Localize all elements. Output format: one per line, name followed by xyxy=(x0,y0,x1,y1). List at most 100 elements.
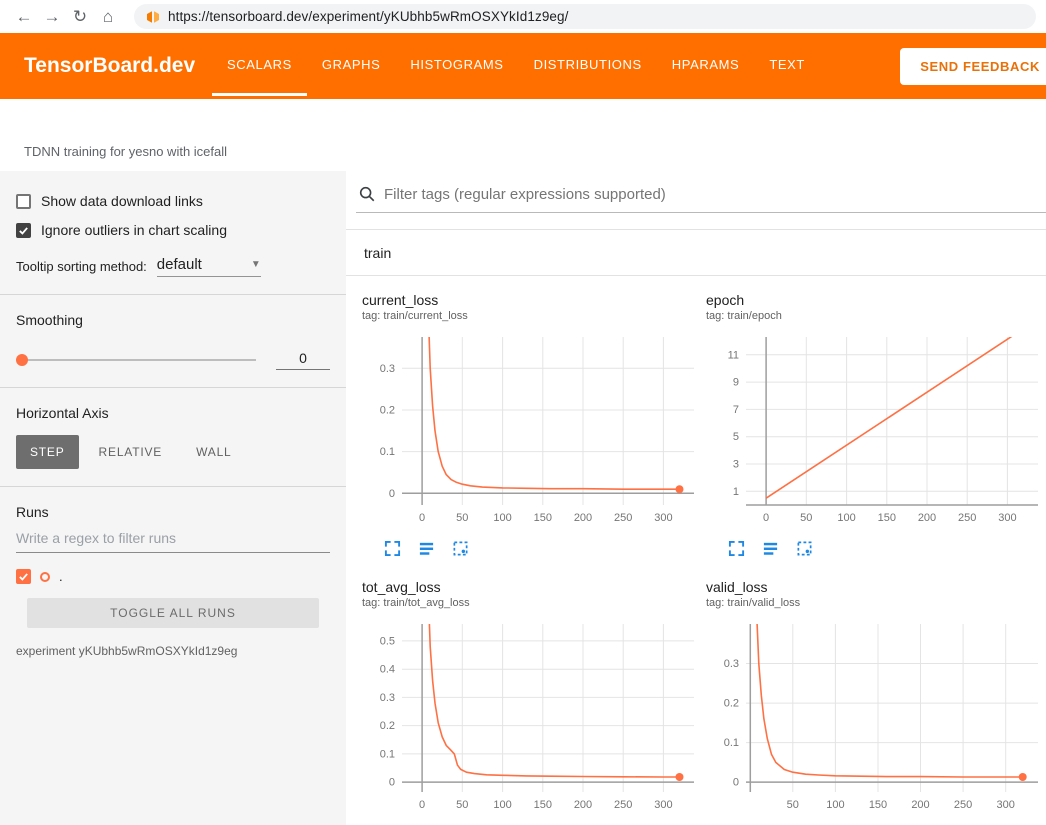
axis-relative-button[interactable]: RELATIVE xyxy=(85,435,177,469)
svg-text:0.2: 0.2 xyxy=(380,720,395,732)
fit-domain-icon[interactable] xyxy=(796,540,813,557)
svg-text:0: 0 xyxy=(389,488,395,500)
svg-text:50: 50 xyxy=(800,512,812,524)
chart-title: tot_avg_loss xyxy=(362,579,700,595)
svg-text:7: 7 xyxy=(733,404,739,416)
divider xyxy=(0,294,346,295)
smoothing-slider-thumb[interactable] xyxy=(16,354,28,366)
reload-icon[interactable]: ↻ xyxy=(66,7,94,27)
chart-plot[interactable]: 5010015020025030000.10.20.3 xyxy=(706,616,1044,821)
show-download-links-label: Show data download links xyxy=(41,193,203,209)
experiment-title: TDNN training for yesno with icefall xyxy=(24,144,227,159)
chart-tag: tag: train/epoch xyxy=(706,310,1044,322)
svg-text:0: 0 xyxy=(419,799,425,811)
train-section-header[interactable]: train xyxy=(346,230,1046,276)
browser-chrome: ← → ↻ ⌂ https://tensorboard.dev/experime… xyxy=(0,0,1046,33)
tab-text[interactable]: TEXT xyxy=(754,33,820,96)
search-icon xyxy=(358,185,376,203)
charts-grid: current_loss tag: train/current_loss 050… xyxy=(346,276,1046,825)
settings-sidebar: Show data download links Ignore outliers… xyxy=(0,171,346,825)
chart-title: current_loss xyxy=(362,292,700,308)
smoothing-label: Smoothing xyxy=(16,312,330,328)
run-row: . xyxy=(16,569,330,584)
toggle-all-runs-button[interactable]: TOGGLE ALL RUNS xyxy=(27,598,319,628)
chart-title: epoch xyxy=(706,292,1044,308)
main-content: train current_loss tag: train/current_lo… xyxy=(346,171,1046,825)
svg-text:0: 0 xyxy=(389,777,395,789)
svg-text:250: 250 xyxy=(614,799,632,811)
address-bar[interactable]: https://tensorboard.dev/experiment/yKUbh… xyxy=(134,4,1036,29)
svg-text:200: 200 xyxy=(574,512,592,524)
chart-plot[interactable]: 0501001502002503001357911 xyxy=(706,329,1044,534)
chart-tag: tag: train/current_loss xyxy=(362,310,700,322)
svg-text:250: 250 xyxy=(958,512,976,524)
smoothing-value-field[interactable]: 0 xyxy=(276,350,330,370)
url-text: https://tensorboard.dev/experiment/yKUbh… xyxy=(168,9,569,24)
chart-card-tot-avg-loss: tot_avg_loss tag: train/tot_avg_loss 050… xyxy=(362,579,700,825)
svg-text:5: 5 xyxy=(733,431,739,443)
svg-text:100: 100 xyxy=(837,512,855,524)
train-card: train current_loss tag: train/current_lo… xyxy=(346,229,1046,825)
send-feedback-button[interactable]: SEND FEEDBACK xyxy=(900,48,1046,85)
forward-icon[interactable]: → xyxy=(38,7,66,27)
svg-text:0.4: 0.4 xyxy=(380,664,395,676)
data-table-icon[interactable] xyxy=(762,540,779,557)
chart-card-valid-loss: valid_loss tag: train/valid_loss 5010015… xyxy=(706,579,1044,825)
svg-text:150: 150 xyxy=(869,799,887,811)
axis-wall-button[interactable]: WALL xyxy=(182,435,245,469)
tensorboard-favicon xyxy=(146,10,160,24)
svg-text:200: 200 xyxy=(918,512,936,524)
home-icon[interactable]: ⌂ xyxy=(94,7,122,27)
tooltip-sorting-dropdown[interactable]: default ▼ xyxy=(157,256,261,277)
svg-text:100: 100 xyxy=(493,512,511,524)
svg-text:0.1: 0.1 xyxy=(380,446,395,458)
svg-text:150: 150 xyxy=(534,799,552,811)
tab-hparams[interactable]: HPARAMS xyxy=(657,33,755,96)
page: ← → ↻ ⌂ https://tensorboard.dev/experime… xyxy=(0,0,1046,825)
svg-text:50: 50 xyxy=(787,799,799,811)
svg-text:150: 150 xyxy=(878,512,896,524)
runs-filter-input[interactable] xyxy=(16,522,330,553)
smoothing-slider[interactable] xyxy=(18,359,256,361)
tooltip-sorting-label: Tooltip sorting method: xyxy=(16,259,147,277)
svg-text:11: 11 xyxy=(728,349,739,361)
tab-histograms[interactable]: HISTOGRAMS xyxy=(395,33,518,96)
chart-title: valid_loss xyxy=(706,579,1044,595)
chart-toolbar xyxy=(362,540,700,557)
svg-text:250: 250 xyxy=(954,799,972,811)
back-icon[interactable]: ← xyxy=(10,7,38,27)
run-name: . xyxy=(59,569,63,584)
tab-scalars[interactable]: SCALARS xyxy=(212,33,307,96)
svg-text:9: 9 xyxy=(733,377,739,389)
tab-graphs[interactable]: GRAPHS xyxy=(307,33,396,96)
run-checkbox[interactable] xyxy=(16,569,31,584)
svg-text:300: 300 xyxy=(654,799,672,811)
svg-text:3: 3 xyxy=(733,459,739,471)
ignore-outliers-checkbox[interactable] xyxy=(16,223,31,238)
chart-plot[interactable]: 05010015020025030000.10.20.30.40.5 xyxy=(362,616,700,821)
svg-text:1: 1 xyxy=(733,486,739,498)
chevron-down-icon: ▼ xyxy=(251,259,261,270)
svg-text:0.2: 0.2 xyxy=(380,405,395,417)
tab-distributions[interactable]: DISTRIBUTIONS xyxy=(519,33,657,96)
show-download-links-row: Show data download links xyxy=(16,193,330,209)
svg-text:0: 0 xyxy=(763,512,769,524)
chart-card-epoch: epoch tag: train/epoch 05010015020025030… xyxy=(706,292,1044,557)
show-download-links-checkbox[interactable] xyxy=(16,194,31,209)
experiment-bar: TDNN training for yesno with icefall xyxy=(0,99,1046,171)
tag-filter-input[interactable] xyxy=(384,186,1046,203)
svg-text:0.3: 0.3 xyxy=(380,692,395,704)
svg-text:50: 50 xyxy=(456,799,468,811)
axis-step-button[interactable]: STEP xyxy=(16,435,79,469)
svg-text:0.1: 0.1 xyxy=(380,748,395,760)
expand-chart-icon[interactable] xyxy=(728,540,745,557)
svg-text:0.1: 0.1 xyxy=(724,737,739,749)
svg-text:0.2: 0.2 xyxy=(724,698,739,710)
tooltip-sorting-row: Tooltip sorting method: default ▼ xyxy=(16,256,330,277)
chart-plot[interactable]: 05010015020025030000.10.20.3 xyxy=(362,329,700,534)
fit-domain-icon[interactable] xyxy=(452,540,469,557)
data-table-icon[interactable] xyxy=(418,540,435,557)
ignore-outliers-row: Ignore outliers in chart scaling xyxy=(16,222,330,238)
expand-chart-icon[interactable] xyxy=(384,540,401,557)
svg-text:0: 0 xyxy=(733,777,739,789)
